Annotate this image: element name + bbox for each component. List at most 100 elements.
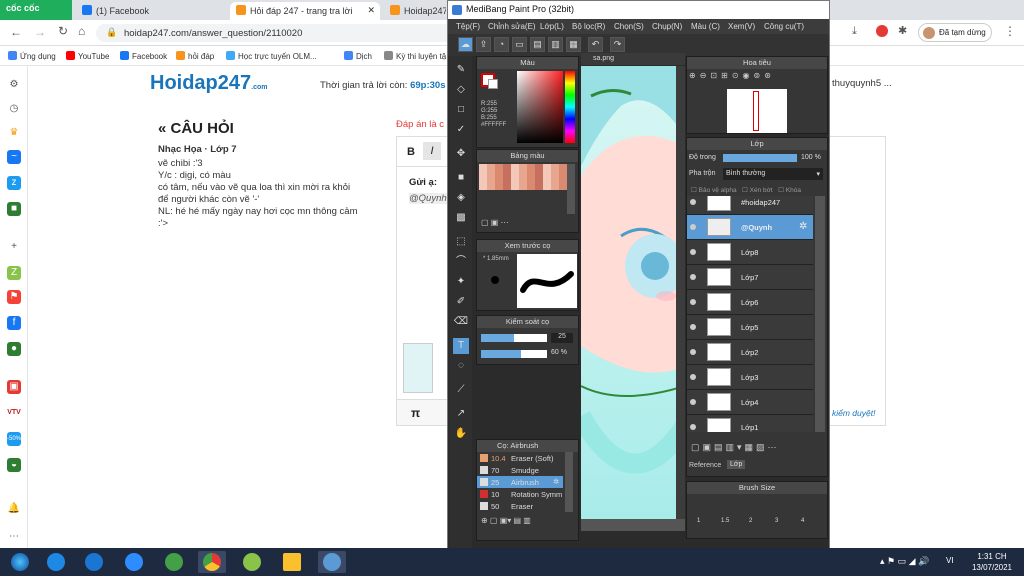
layer-opacity-slider[interactable]	[723, 154, 797, 162]
size-value[interactable]: 25	[551, 333, 573, 343]
canvas-tab[interactable]: sa.png	[581, 53, 685, 65]
palette-scrollbar[interactable]	[567, 164, 575, 214]
hand-tool-icon[interactable]: ✋	[453, 426, 469, 442]
app-icon[interactable]: Z	[7, 266, 21, 280]
italic-button[interactable]: I	[423, 142, 441, 160]
menu-layer[interactable]: Lớp(L)	[540, 22, 564, 31]
folder-icon[interactable]	[278, 551, 306, 573]
grid-icon[interactable]: ▦	[566, 37, 581, 52]
save-icon[interactable]: ▤	[530, 37, 545, 52]
menu-select[interactable]: Chọn(S)	[614, 22, 644, 31]
more-icon[interactable]: ⋯	[7, 530, 21, 544]
layer-row[interactable]: #hoidap247	[687, 196, 813, 215]
bookmark-translate[interactable]: Dịch	[344, 51, 372, 61]
puzzle-icon[interactable]: ✱	[898, 24, 907, 37]
bookmark-facebook[interactable]: Facebook	[120, 51, 167, 61]
menu-icon[interactable]: ⋮	[1004, 24, 1016, 38]
start-button[interactable]	[6, 551, 34, 573]
size-option[interactable]: 4	[801, 518, 804, 524]
ref-tab[interactable]: Reference	[689, 462, 721, 469]
layer-row[interactable]: Lớp6	[687, 290, 813, 315]
gradient-tool-icon[interactable]: ▩	[453, 210, 469, 226]
layer-row-selected[interactable]: @Quynh ✲	[687, 215, 813, 240]
bookmark-apps[interactable]: Ứng dụng	[8, 51, 56, 61]
tab-facebook[interactable]: (1) Facebook	[76, 2, 226, 20]
blend-select[interactable]: Bình thường ▾	[723, 168, 823, 180]
palette-swatches[interactable]	[479, 164, 567, 190]
move-tool-icon[interactable]: ✥	[453, 146, 469, 162]
text-tool-icon[interactable]: T	[453, 338, 469, 354]
magic-wand-icon[interactable]: ✦	[453, 274, 469, 290]
canvas-vscrollbar[interactable]	[676, 66, 685, 519]
eraser-tool-icon[interactable]: ◇	[453, 82, 469, 98]
bookmark-youtube[interactable]: YouTube	[66, 51, 109, 61]
color-picker[interactable]	[517, 71, 563, 143]
select-tool-icon[interactable]: ⬚	[453, 234, 469, 250]
tab-hoidap[interactable]: Hỏi đáp 247 - trang tra lời ✕	[230, 2, 380, 20]
brush-actions[interactable]: ⊕ ▢ ▣▾ ▤ ▥	[481, 516, 531, 525]
menu-file[interactable]: Tệp(F)	[456, 22, 480, 31]
messenger-icon[interactable]: ~	[7, 150, 21, 164]
shop-icon[interactable]: ⚑	[7, 290, 21, 304]
layer-actions[interactable]: ▢▣▤▥▾▦▧⋯	[691, 442, 780, 453]
layer-tab[interactable]: Lớp	[727, 460, 746, 469]
redo-icon[interactable]: ↷	[610, 37, 625, 52]
add-icon[interactable]: +	[7, 240, 21, 254]
site-logo[interactable]: Hoidap247.com	[150, 72, 268, 95]
chat-icon[interactable]: ▭	[512, 37, 527, 52]
brush-row[interactable]: 50 Eraser	[477, 500, 563, 512]
news-icon[interactable]: ▣	[7, 380, 21, 394]
layer-row[interactable]: Lớp4	[687, 390, 813, 415]
close-tab-icon[interactable]: ✕	[367, 5, 375, 16]
reload-icon[interactable]: ↻	[58, 24, 68, 38]
menu-view[interactable]: Xem(V)	[728, 22, 755, 31]
hue-slider[interactable]	[565, 71, 575, 143]
coccoc-taskbar-icon[interactable]	[160, 551, 188, 573]
lock-checkbox[interactable]: ☐ Khóa	[778, 187, 801, 194]
wand-icon[interactable]: ↗	[453, 406, 469, 422]
gear-icon[interactable]: ✲	[799, 221, 807, 232]
palette-add-icon[interactable]: ▢ ▣ ⋯	[481, 218, 509, 227]
attached-image-thumbnail[interactable]	[403, 343, 433, 393]
bookmark-exam[interactable]: Kỳ thi luyện tậ	[384, 51, 446, 61]
crown-icon[interactable]: ♛	[7, 126, 21, 140]
brush-row[interactable]: 10.4 Eraser (Soft)	[477, 452, 563, 464]
zalo-icon[interactable]: z	[7, 176, 21, 190]
language-indicator[interactable]: VI	[946, 556, 954, 565]
upload-icon[interactable]: ⇪	[476, 37, 491, 52]
navigator-buttons[interactable]: ⊕⊖⊡⊞⊙◉⊚⊛	[689, 71, 775, 80]
history-icon[interactable]: ◷	[7, 102, 21, 116]
pen-tool-icon[interactable]: ✓	[453, 122, 469, 138]
paint-icon[interactable]	[238, 551, 266, 573]
comment-icon[interactable]: ◔	[494, 37, 509, 52]
lasso-tool-icon[interactable]: ⌒	[453, 254, 469, 270]
fill-rect-icon[interactable]: ■	[453, 170, 469, 186]
bold-button[interactable]: B	[407, 146, 415, 158]
layer-row[interactable]: Lớp2	[687, 340, 813, 365]
turtle-icon[interactable]: ◒	[7, 458, 21, 472]
brush-row[interactable]: 70 Smudge	[477, 464, 563, 476]
profile-button[interactable]: Đã tạm dừng	[918, 23, 992, 42]
protect-alpha-checkbox[interactable]: ☐ Bảo vệ alpha	[691, 187, 737, 194]
menu-edit[interactable]: Chỉnh sửa(E)	[488, 22, 536, 31]
download-icon[interactable]: ⤓	[852, 25, 857, 38]
game-icon[interactable]: ■	[7, 202, 21, 216]
bell-icon[interactable]: 🔔	[7, 502, 21, 516]
layer-row[interactable]: Lớp8	[687, 240, 813, 265]
layer-row[interactable]: Lớp5	[687, 315, 813, 340]
menu-tools[interactable]: Công cụ(T)	[764, 22, 804, 31]
brush-row-selected[interactable]: 25 Airbrush ✲	[477, 476, 563, 488]
back-icon[interactable]: ←	[10, 25, 22, 39]
secondary-color-swatch[interactable]	[488, 79, 498, 89]
sale-icon[interactable]: -50%	[7, 432, 21, 446]
size-option[interactable]: 3	[775, 518, 778, 524]
undo-icon[interactable]: ↶	[588, 37, 603, 52]
clock[interactable]: 1:31 CH 13/07/2021	[964, 551, 1020, 573]
answer-editor[interactable]: B I Gửi ạ: @Quynh π	[396, 136, 449, 426]
forward-icon[interactable]: →	[34, 25, 46, 39]
balloon-tool-icon[interactable]: ◌	[453, 358, 469, 374]
tray-icons[interactable]: ▴ ⚑ ▭ ◢ 🔊	[880, 556, 929, 567]
extension-icon[interactable]	[876, 25, 888, 37]
opacity-slider[interactable]	[481, 350, 547, 358]
zalo-taskbar-icon[interactable]	[80, 551, 108, 573]
